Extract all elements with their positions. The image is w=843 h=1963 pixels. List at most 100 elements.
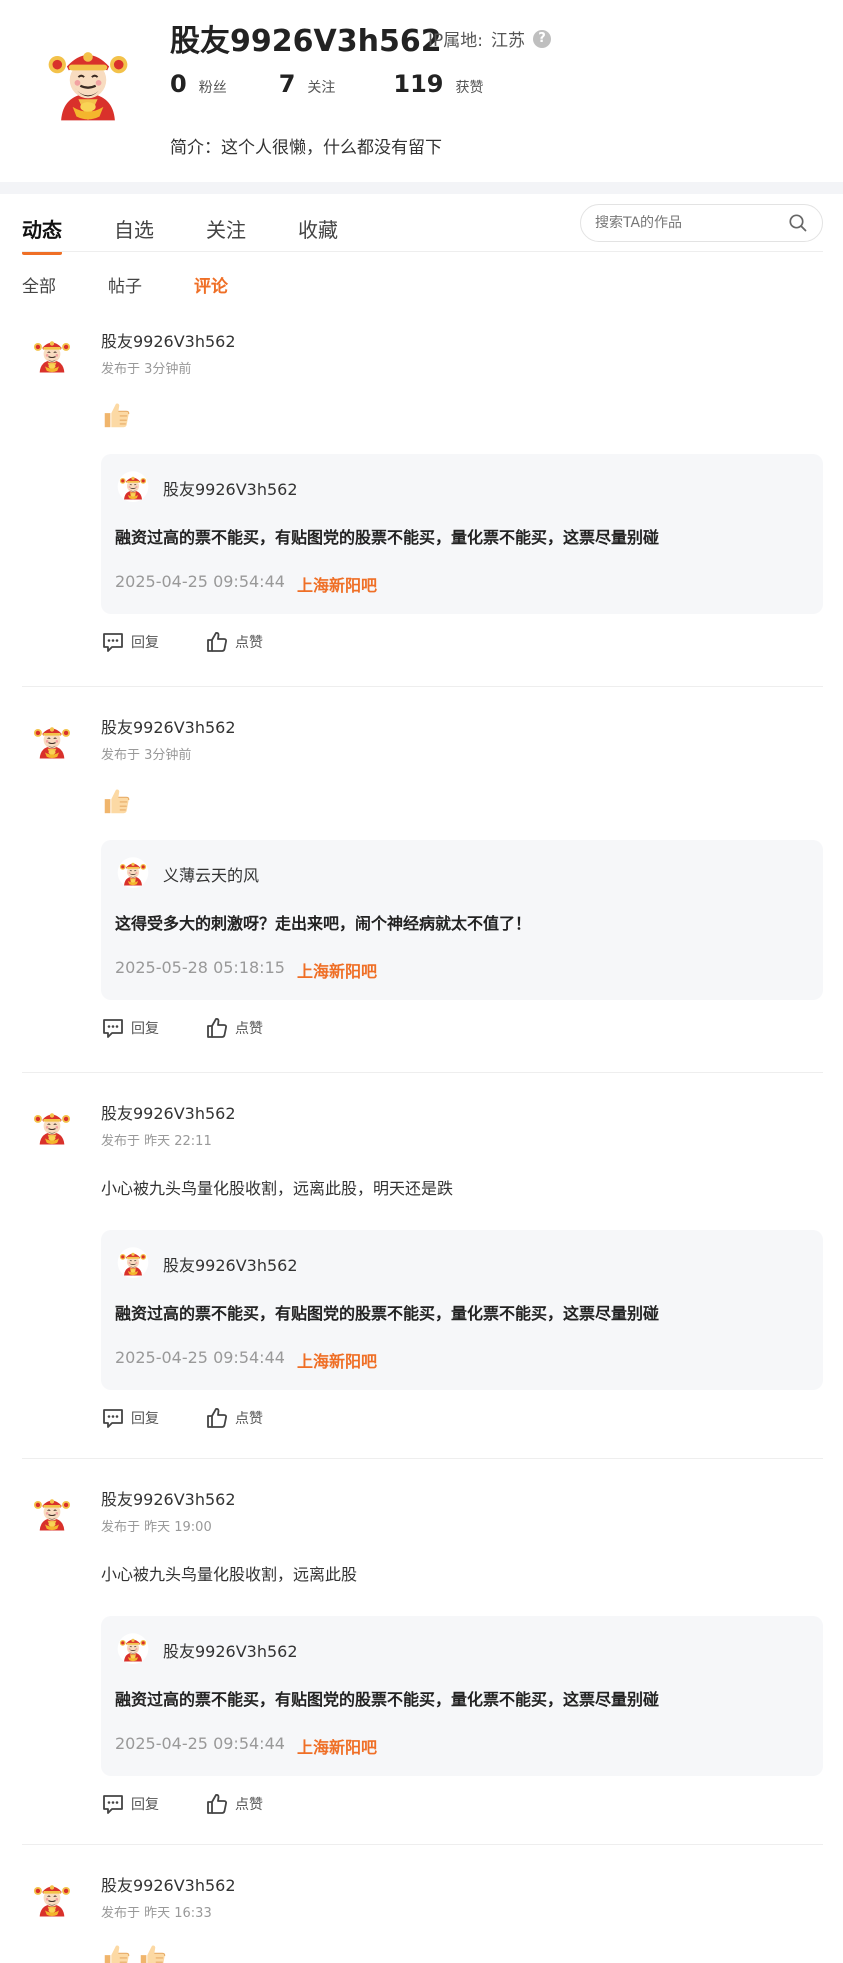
tab-watchlist[interactable]: 自选 xyxy=(114,214,154,243)
quoted-text[interactable]: 融资过高的票不能买，有贴图党的股票不能买，量化票不能买，这票尽量别碰 xyxy=(115,524,659,548)
thumbs-up-icon xyxy=(205,1016,229,1040)
thumbs-up-emoji-icon xyxy=(101,400,131,430)
post-content xyxy=(101,1940,173,1963)
forum-link[interactable]: 上海新阳吧 xyxy=(297,1734,377,1758)
post-time: 发布于 昨天 22:11 xyxy=(101,1134,212,1149)
like-label: 点赞 xyxy=(235,1797,263,1813)
reply-button[interactable]: 回复 xyxy=(101,1792,159,1816)
tabs-divider xyxy=(22,251,823,252)
ip-location: IP属地: 江苏 ? xyxy=(428,26,551,51)
reply-button[interactable]: 回复 xyxy=(101,1016,159,1040)
profile-bio: 简介：这个人很懒，什么都没有留下 xyxy=(170,138,442,158)
like-button[interactable]: 点赞 xyxy=(205,1792,263,1816)
author-name[interactable]: 股友9926V3h562 xyxy=(101,714,236,738)
subtab-all[interactable]: 全部 xyxy=(22,272,56,297)
profile-stats: 0 粉丝 7 关注 119 获赞 xyxy=(170,70,484,98)
list-item: 股友9926V3h562 发布于 昨天 16:33 xyxy=(0,1862,843,1963)
section-divider-band xyxy=(0,182,843,194)
comment-icon xyxy=(101,1016,125,1040)
likes-count: 119 xyxy=(393,70,444,98)
thumbs-up-icon xyxy=(205,1406,229,1430)
quoted-author[interactable]: 股友9926V3h562 xyxy=(163,1252,298,1276)
search-input[interactable] xyxy=(595,215,785,231)
reply-label: 回复 xyxy=(131,635,159,651)
like-button[interactable]: 点赞 xyxy=(205,1406,263,1430)
list-item: 股友9926V3h562 发布于 昨天 19:00 小心被九头鸟量化股收割，远离… xyxy=(0,1476,843,1862)
like-button[interactable]: 点赞 xyxy=(205,1016,263,1040)
profile-header: 股友9926V3h562 IP属地: 江苏 ? 0 粉丝 7 关注 119 获赞… xyxy=(0,0,843,182)
author-name[interactable]: 股友9926V3h562 xyxy=(101,1100,236,1124)
quoted-date: 2025-04-25 09:54:44 xyxy=(115,572,285,591)
quoted-post[interactable]: 股友9926V3h562 融资过高的票不能买，有贴图党的股票不能买，量化票不能买… xyxy=(101,454,823,614)
author-name[interactable]: 股友9926V3h562 xyxy=(101,1872,236,1896)
quoted-text[interactable]: 融资过高的票不能买，有贴图党的股票不能买，量化票不能买，这票尽量别碰 xyxy=(115,1300,659,1324)
reply-label: 回复 xyxy=(131,1411,159,1427)
sub-tabs: 全部 帖子 评论 xyxy=(22,272,280,297)
avatar[interactable] xyxy=(38,32,138,128)
quoted-author[interactable]: 股友9926V3h562 xyxy=(163,476,298,500)
forum-link[interactable]: 上海新阳吧 xyxy=(297,958,377,982)
avatar[interactable] xyxy=(117,1246,149,1278)
reply-label: 回复 xyxy=(131,1797,159,1813)
post-time: 发布于 昨天 19:00 xyxy=(101,1520,212,1535)
post-content: 小心被九头鸟量化股收割，远离此股，明天还是跌 xyxy=(101,1179,454,1198)
comment-feed: 股友9926V3h562 发布于 3分钟前 股友9926V3h562 融资过高的… xyxy=(0,318,843,1963)
avatar[interactable] xyxy=(30,1876,74,1920)
subtab-comments[interactable]: 评论 xyxy=(194,272,228,297)
comment-icon xyxy=(101,1406,125,1430)
like-label: 点赞 xyxy=(235,635,263,651)
author-name[interactable]: 股友9926V3h562 xyxy=(101,328,236,352)
avatar[interactable] xyxy=(30,1490,74,1534)
avatar[interactable] xyxy=(30,718,74,762)
tab-dynamics[interactable]: 动态 xyxy=(22,214,62,255)
tab-favorites[interactable]: 收藏 xyxy=(298,214,338,243)
following-count[interactable]: 7 xyxy=(279,70,296,98)
avatar[interactable] xyxy=(117,1632,149,1664)
thumbs-up-icon xyxy=(205,630,229,654)
comment-icon xyxy=(101,630,125,654)
quoted-post[interactable]: 股友9926V3h562 融资过高的票不能买，有贴图党的股票不能买，量化票不能买… xyxy=(101,1230,823,1390)
fans-label[interactable]: 粉丝 xyxy=(199,77,227,97)
search-box[interactable] xyxy=(580,204,823,242)
avatar[interactable] xyxy=(117,470,149,502)
divider xyxy=(22,1458,823,1459)
like-label: 点赞 xyxy=(235,1411,263,1427)
quoted-author[interactable]: 股友9926V3h562 xyxy=(163,1638,298,1662)
forum-link[interactable]: 上海新阳吧 xyxy=(297,1348,377,1372)
quoted-date: 2025-04-25 09:54:44 xyxy=(115,1734,285,1753)
avatar[interactable] xyxy=(30,1104,74,1148)
quoted-date: 2025-04-25 09:54:44 xyxy=(115,1348,285,1367)
forum-link[interactable]: 上海新阳吧 xyxy=(297,572,377,596)
post-content xyxy=(101,784,137,818)
help-icon[interactable]: ? xyxy=(533,29,551,48)
reply-button[interactable]: 回复 xyxy=(101,630,159,654)
quoted-text[interactable]: 这得受多大的刺激呀？走出来吧，闹个神经病就太不值了！ xyxy=(115,910,531,934)
subtab-posts[interactable]: 帖子 xyxy=(108,272,142,297)
search-icon[interactable] xyxy=(788,213,808,233)
reply-button[interactable]: 回复 xyxy=(101,1406,159,1430)
avatar[interactable] xyxy=(117,856,149,888)
ip-value: 江苏 xyxy=(491,31,525,51)
like-button[interactable]: 点赞 xyxy=(205,630,263,654)
ip-label: IP属地: xyxy=(428,31,483,51)
post-actions: 回复 点赞 xyxy=(101,1792,309,1816)
fans-count[interactable]: 0 xyxy=(170,70,187,98)
thumbs-up-emoji-icon xyxy=(101,786,131,816)
divider xyxy=(22,686,823,687)
tab-following[interactable]: 关注 xyxy=(206,214,246,243)
quoted-author[interactable]: 义薄云天的风 xyxy=(163,862,259,886)
list-item: 股友9926V3h562 发布于 3分钟前 义薄云天的风 这得受多大的刺激呀？走… xyxy=(0,704,843,1090)
comment-icon xyxy=(101,1792,125,1816)
like-label: 点赞 xyxy=(235,1021,263,1037)
thumbs-up-emoji-icon xyxy=(137,1942,167,1963)
quoted-post[interactable]: 股友9926V3h562 融资过高的票不能买，有贴图党的股票不能买，量化票不能买… xyxy=(101,1616,823,1776)
post-actions: 回复 点赞 xyxy=(101,1406,309,1430)
avatar[interactable] xyxy=(30,332,74,376)
quoted-date: 2025-05-28 05:18:15 xyxy=(115,958,285,977)
likes-label: 获赞 xyxy=(455,80,484,96)
following-label[interactable]: 关注 xyxy=(307,77,335,97)
quoted-post[interactable]: 义薄云天的风 这得受多大的刺激呀？走出来吧，闹个神经病就太不值了！ 2025-0… xyxy=(101,840,823,1000)
quoted-text[interactable]: 融资过高的票不能买，有贴图党的股票不能买，量化票不能买，这票尽量别碰 xyxy=(115,1686,659,1710)
author-name[interactable]: 股友9926V3h562 xyxy=(101,1486,236,1510)
post-time: 发布于 3分钟前 xyxy=(101,748,192,763)
